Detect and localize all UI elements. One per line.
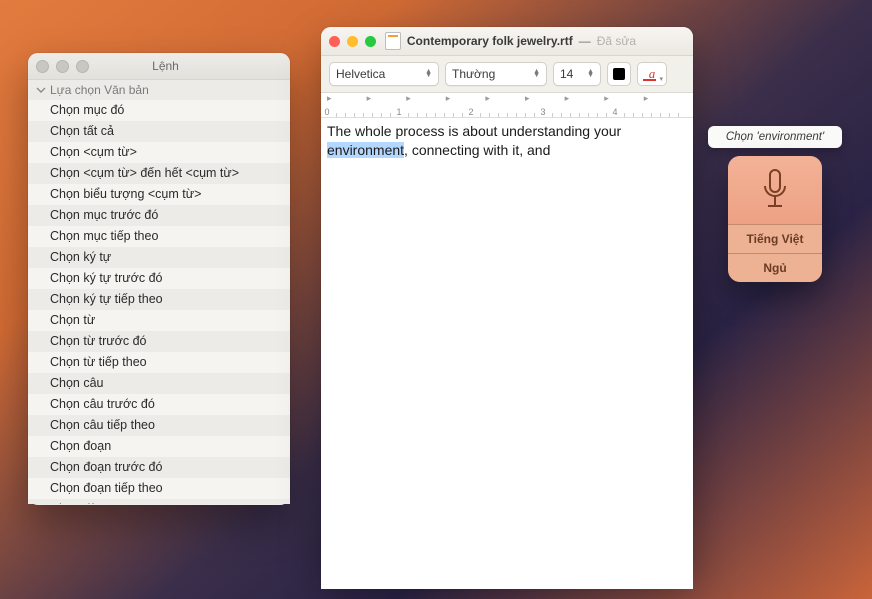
document-icon [385, 32, 401, 50]
language-button[interactable]: Tiếng Việt [728, 224, 822, 253]
list-item[interactable]: Chọn dòng [28, 499, 290, 504]
zoom-icon[interactable] [76, 60, 89, 73]
ruler-number: 3 [540, 107, 545, 117]
close-icon[interactable] [36, 60, 49, 73]
minimize-icon[interactable] [56, 60, 69, 73]
list-item[interactable]: Chọn mục trước đó [28, 205, 290, 226]
font-style-select[interactable]: Thường ▲▼ [445, 62, 547, 86]
zoom-icon[interactable] [365, 36, 376, 47]
list-item[interactable]: Chọn mục tiếp theo [28, 226, 290, 247]
tab-stop-icon[interactable]: ▸ [644, 93, 649, 104]
list-item[interactable]: Chọn ký tự trước đó [28, 268, 290, 289]
ruler-number: 2 [468, 107, 473, 117]
commands-title: Lệnh [95, 59, 236, 73]
list-item[interactable]: Chọn đoạn tiếp theo [28, 478, 290, 499]
commands-list[interactable]: Chọn mục đóChọn tất cảChọn <cụm từ>Chọn … [28, 100, 290, 504]
ruler-number: 1 [396, 107, 401, 117]
tab-stop-icon[interactable]: ▸ [565, 93, 570, 104]
list-item[interactable]: Chọn từ [28, 310, 290, 331]
font-family-select[interactable]: Helvetica ▲▼ [329, 62, 439, 86]
list-item[interactable]: Chọn <cụm từ> đến hết <cụm từ> [28, 163, 290, 184]
textedit-window: Contemporary folk jewelry.rtf — Đã sửa H… [321, 27, 693, 572]
font-size-select[interactable]: 14 ▲▼ [553, 62, 601, 86]
voice-control-panel: Tiếng Việt Ngủ [728, 156, 822, 282]
close-icon[interactable] [329, 36, 340, 47]
tip-text: Chọn 'environment' [726, 131, 824, 143]
list-item[interactable]: Chọn câu trước đó [28, 394, 290, 415]
updown-icon: ▲▼ [533, 70, 540, 78]
list-item[interactable]: Chọn đoạn [28, 436, 290, 457]
tab-stop-icon[interactable]: ▸ [525, 93, 530, 104]
tab-stop-icon[interactable]: ▸ [406, 93, 411, 104]
minimize-icon[interactable] [347, 36, 358, 47]
list-item[interactable]: Chọn đoạn trước đó [28, 457, 290, 478]
list-item[interactable]: Chọn tất cả [28, 121, 290, 142]
commands-section-header[interactable]: Lựa chọn Văn bản [28, 80, 290, 100]
font-family-value: Helvetica [336, 67, 385, 81]
list-item[interactable]: Chọn câu tiếp theo [28, 415, 290, 436]
updown-icon: ▲▼ [587, 70, 594, 78]
traffic-lights [36, 60, 89, 73]
commands-window: Lệnh Lựa chọn Văn bản Chọn mục đóChọn tấ… [28, 53, 290, 505]
textedit-titlebar[interactable]: Contemporary folk jewelry.rtf — Đã sửa [321, 27, 693, 56]
tab-stop-icon[interactable]: ▸ [367, 93, 372, 104]
body-text: , connecting with it, and [404, 142, 550, 158]
list-item[interactable]: Chọn câu [28, 373, 290, 394]
list-item[interactable]: Chọn từ trước đó [28, 331, 290, 352]
chevron-down-icon: ▾ [659, 75, 663, 83]
list-item[interactable]: Chọn ký tự [28, 247, 290, 268]
font-size-value: 14 [560, 67, 573, 81]
language-label: Tiếng Việt [747, 232, 804, 246]
color-swatch-icon [613, 68, 625, 80]
font-style-value: Thường [452, 67, 495, 81]
window-title: Contemporary folk jewelry.rtf — Đã sửa [382, 32, 639, 50]
tab-stop-icon[interactable]: ▸ [327, 93, 332, 104]
list-item[interactable]: Chọn biểu tượng <cụm từ> [28, 184, 290, 205]
tab-stop-icon[interactable]: ▸ [485, 93, 490, 104]
list-item[interactable]: Chọn <cụm từ> [28, 142, 290, 163]
body-text: The whole process is about understanding… [327, 123, 621, 139]
voice-command-tip: Chọn 'environment' [708, 126, 842, 148]
commands-titlebar[interactable]: Lệnh [28, 53, 290, 80]
chevron-down-icon [36, 85, 46, 95]
selected-text: environment [327, 142, 404, 158]
tab-stop-icon[interactable]: ▸ [604, 93, 609, 104]
ruler-number: 0 [324, 107, 329, 117]
formatting-toolbar: Helvetica ▲▼ Thường ▲▼ 14 ▲▼ a▾ [321, 56, 693, 93]
traffic-lights [329, 36, 376, 47]
document-filename: Contemporary folk jewelry.rtf [407, 34, 573, 48]
edited-label: Đã sửa [597, 34, 636, 48]
document-body[interactable]: The whole process is about understanding… [321, 118, 693, 589]
ruler[interactable]: ▸ ▸ ▸ ▸ ▸ ▸ ▸ ▸ ▸ 0 1 2 3 4 [321, 93, 693, 118]
highlight-color-button[interactable]: a▾ [637, 62, 667, 86]
list-item[interactable]: Chọn từ tiếp theo [28, 352, 290, 373]
text-color-button[interactable] [607, 62, 631, 86]
tab-stop-icon[interactable]: ▸ [446, 93, 451, 104]
sleep-button[interactable]: Ngủ [728, 253, 822, 282]
sleep-label: Ngủ [763, 261, 786, 275]
updown-icon: ▲▼ [425, 70, 432, 78]
commands-section-label: Lựa chọn Văn bản [50, 83, 149, 97]
list-item[interactable]: Chọn mục đó [28, 100, 290, 121]
microphone-icon [728, 156, 822, 224]
list-item[interactable]: Chọn ký tự tiếp theo [28, 289, 290, 310]
ruler-number: 4 [612, 107, 617, 117]
